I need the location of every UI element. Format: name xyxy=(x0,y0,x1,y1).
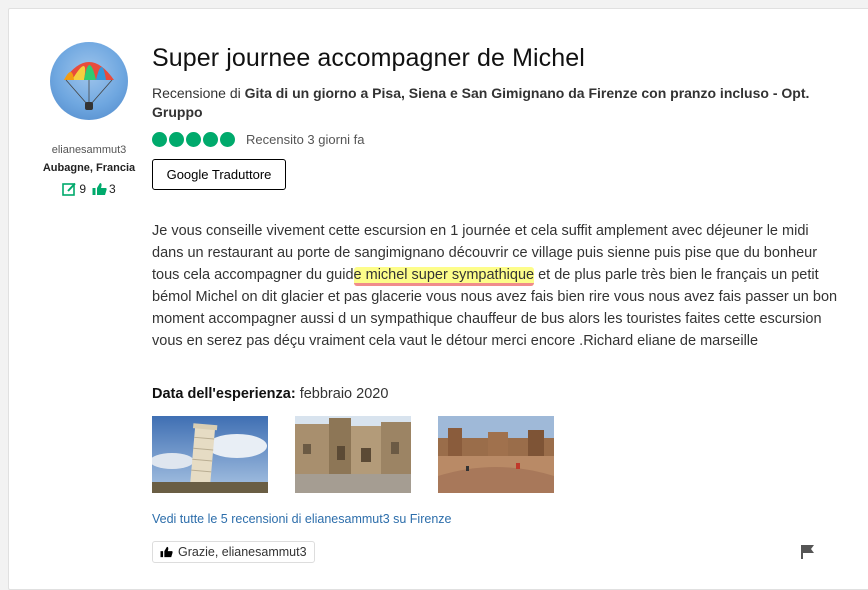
experience-date: febbraio 2020 xyxy=(295,386,389,402)
rating-bubble-icon xyxy=(152,132,167,147)
reviewer-stats: 9 3 xyxy=(34,182,144,196)
rating-bubble-icon xyxy=(169,132,184,147)
san-gimignano-piazza-photo[interactable] xyxy=(295,416,411,493)
leaning-tower-of-pisa-photo[interactable] xyxy=(152,416,268,493)
parasailing-avatar-icon xyxy=(64,62,114,110)
experience-date-row: Data dell'esperienza: febbraio 2020 xyxy=(152,386,388,402)
thumbs-up-icon xyxy=(160,546,173,558)
google-translate-button[interactable]: Google Traduttore xyxy=(152,159,286,190)
review-title[interactable]: Super journee accompagner de Michel xyxy=(152,44,585,73)
contributions-icon xyxy=(62,182,77,196)
rating-row: Recensito 3 giorni fa xyxy=(152,132,365,147)
review-subtitle: Recensione di Gita di un giorno a Pisa, … xyxy=(152,84,842,122)
avatar[interactable] xyxy=(50,42,128,120)
helpful-votes-count: 3 xyxy=(109,182,116,196)
see-all-reviews-link[interactable]: Vedi tutte le 5 recensioni di elianesamm… xyxy=(152,512,451,526)
reviewer-username[interactable]: elianesammut3 xyxy=(34,144,144,156)
tour-name-link[interactable]: Gita di un giorno a Pisa, Siena e San Gi… xyxy=(152,85,809,120)
reviewer-location: Aubagne, Francia xyxy=(42,162,136,174)
review-photos xyxy=(152,416,554,493)
contributions-count: 9 xyxy=(79,182,86,196)
subtitle-prefix: Recensione di xyxy=(152,85,245,101)
thumbs-up-icon xyxy=(92,183,107,195)
experience-label: Data dell'esperienza: xyxy=(152,386,296,402)
siena-piazza-del-campo-photo[interactable] xyxy=(438,416,554,493)
rating-bubbles xyxy=(152,132,237,147)
thanks-button[interactable]: Grazie, elianesammut3 xyxy=(152,541,315,563)
review-body: Je vous conseille vivement cette escursi… xyxy=(152,220,842,352)
rating-bubble-icon xyxy=(220,132,235,147)
rating-bubble-icon xyxy=(186,132,201,147)
reviewer-profile: elianesammut3 Aubagne, Francia 9 3 xyxy=(34,42,144,196)
report-flag-icon[interactable] xyxy=(800,544,816,565)
review-body-highlight: e michel super sympathique xyxy=(353,267,535,286)
thanks-button-label: Grazie, elianesammut3 xyxy=(178,545,307,559)
reviewed-date: Recensito 3 giorni fa xyxy=(246,132,365,147)
rating-bubble-icon xyxy=(203,132,218,147)
